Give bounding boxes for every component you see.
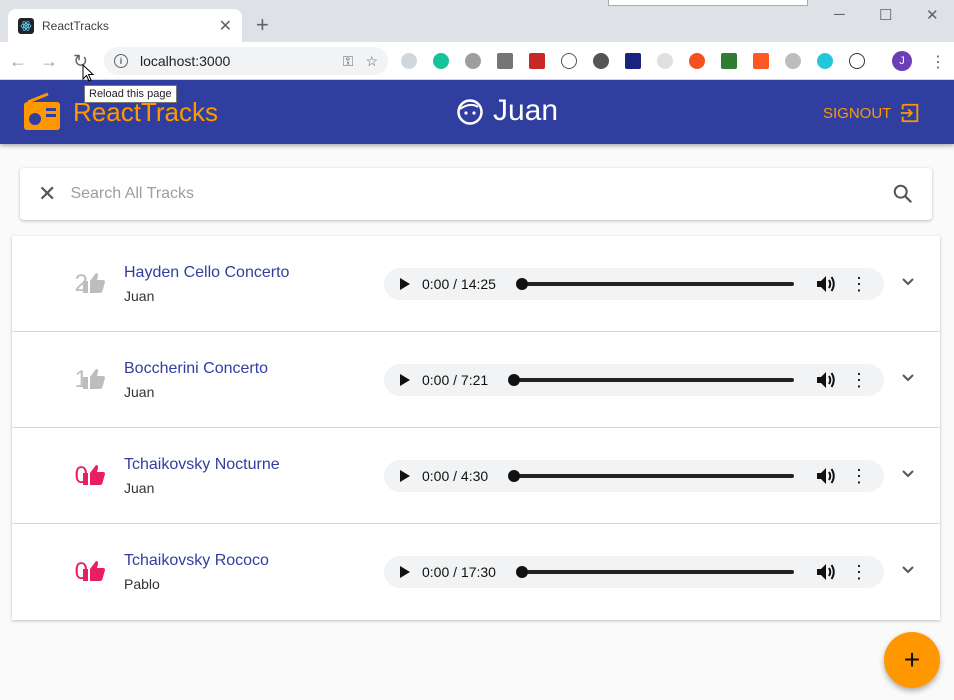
- player-more-icon[interactable]: ⋮: [850, 563, 868, 581]
- track-row[interactable]: 0 Tchaikovsky Rococo Pablo 0:00 / 17:30 …: [12, 524, 940, 620]
- track-author: Pablo: [124, 576, 160, 592]
- extension-9-icon[interactable]: [657, 53, 673, 69]
- minimize-icon[interactable]: ─: [834, 6, 845, 23]
- player-more-icon[interactable]: ⋮: [850, 275, 868, 293]
- signout-label: SIGNOUT: [823, 104, 892, 122]
- like-thumb-icon[interactable]: [82, 464, 106, 486]
- mouse-cursor-icon: [82, 64, 94, 82]
- search-input[interactable]: [70, 185, 892, 203]
- track-title[interactable]: Tchaikovsky Nocturne: [124, 456, 280, 474]
- like-thumb-icon[interactable]: [82, 560, 106, 582]
- track-author: Juan: [124, 480, 155, 496]
- audio-player: 0:00 / 4:30 ⋮: [384, 460, 884, 492]
- track-row[interactable]: 0 Tchaikovsky Nocturne Juan 0:00 / 4:30 …: [12, 428, 940, 524]
- face-icon: [457, 99, 483, 125]
- expand-chevron-icon[interactable]: [900, 562, 916, 578]
- browser-tab-title: ReactTracks: [42, 18, 109, 33]
- browser-menu-icon[interactable]: ⋮: [930, 52, 946, 72]
- forward-icon[interactable]: →: [40, 51, 58, 71]
- extension-11-icon[interactable]: [721, 53, 737, 69]
- add-track-button[interactable]: +: [884, 632, 940, 688]
- extension-13-icon[interactable]: [785, 53, 801, 69]
- play-icon[interactable]: [400, 374, 410, 386]
- search-bar: ✕: [20, 168, 932, 220]
- audio-time: 0:00 / 17:30: [422, 564, 496, 580]
- track-title[interactable]: Boccherini Concerto: [124, 360, 268, 378]
- expand-chevron-icon[interactable]: [900, 466, 916, 482]
- radio-logo-icon: [24, 92, 60, 130]
- site-info-icon[interactable]: i: [114, 54, 128, 68]
- react-favicon-icon: [18, 17, 34, 34]
- play-icon[interactable]: [400, 278, 410, 290]
- current-user-name: Juan: [493, 94, 559, 127]
- browser-tab-strip: ReactTracks ✕ + ─ ☐ ✕: [0, 0, 954, 42]
- seek-thumb[interactable]: [508, 374, 521, 386]
- track-list: 2 Hayden Cello Concerto Juan 0:00 / 14:2…: [12, 236, 940, 620]
- extension-3-icon[interactable]: [465, 53, 481, 69]
- audio-player: 0:00 / 7:21 ⋮: [384, 364, 884, 396]
- grammarly-icon[interactable]: [433, 53, 449, 69]
- track-row[interactable]: 1 Boccherini Concerto Juan 0:00 / 7:21 ⋮: [12, 332, 940, 428]
- extension-10-icon[interactable]: [689, 53, 705, 69]
- track-title[interactable]: Tchaikovsky Rococo: [124, 552, 269, 570]
- player-more-icon[interactable]: ⋮: [850, 467, 868, 485]
- back-icon[interactable]: ←: [9, 51, 27, 71]
- extension-12-icon[interactable]: [753, 53, 769, 69]
- seek-slider[interactable]: [508, 374, 794, 386]
- key-icon[interactable]: ⚿: [343, 53, 354, 70]
- seek-slider[interactable]: [515, 566, 794, 578]
- browser-toolbar: ← → ↻ i localhost:3000 ⚿ ☆ J ⋮: [0, 42, 954, 80]
- tab-close-icon[interactable]: ✕: [219, 16, 232, 36]
- like-thumb-icon[interactable]: [82, 368, 106, 390]
- window-close-icon[interactable]: ✕: [926, 6, 939, 24]
- volume-icon[interactable]: [816, 275, 836, 293]
- track-row[interactable]: 2 Hayden Cello Concerto Juan 0:00 / 14:2…: [12, 236, 940, 332]
- search-icon[interactable]: [892, 183, 914, 205]
- extension-6-icon[interactable]: [561, 53, 577, 69]
- track-title[interactable]: Hayden Cello Concerto: [124, 264, 289, 282]
- audio-player: 0:00 / 14:25 ⋮: [384, 268, 884, 300]
- reload-tooltip: Reload this page: [84, 85, 177, 103]
- seek-slider[interactable]: [515, 278, 794, 290]
- extension-15-icon[interactable]: [849, 53, 865, 69]
- bookmark-star-icon[interactable]: ☆: [365, 53, 378, 70]
- extension-8-icon[interactable]: [625, 53, 641, 69]
- audio-time: 0:00 / 4:30: [422, 468, 489, 484]
- track-author: Juan: [124, 288, 155, 304]
- browser-tab[interactable]: ReactTracks ✕: [8, 9, 242, 42]
- maximize-icon[interactable]: ☐: [879, 6, 892, 24]
- audio-time: 0:00 / 14:25: [422, 276, 496, 292]
- seek-thumb[interactable]: [508, 470, 521, 482]
- expand-chevron-icon[interactable]: [900, 274, 916, 290]
- play-icon[interactable]: [400, 566, 410, 578]
- like-thumb-icon[interactable]: [82, 272, 106, 294]
- url-text[interactable]: localhost:3000: [140, 53, 331, 69]
- audio-player: 0:00 / 17:30 ⋮: [384, 556, 884, 588]
- profile-avatar[interactable]: J: [892, 51, 912, 71]
- clear-search-icon[interactable]: ✕: [38, 181, 56, 207]
- track-author: Juan: [124, 384, 155, 400]
- player-more-icon[interactable]: ⋮: [850, 371, 868, 389]
- volume-icon[interactable]: [816, 371, 836, 389]
- window-decoration: [608, 0, 808, 6]
- extension-1-icon[interactable]: [401, 53, 417, 69]
- extension-14-icon[interactable]: [817, 53, 833, 69]
- address-bar[interactable]: i localhost:3000 ⚿ ☆: [104, 47, 388, 75]
- vue-devtools-icon[interactable]: [497, 53, 513, 69]
- expand-chevron-icon[interactable]: [900, 370, 916, 386]
- dark-mode-icon[interactable]: [593, 53, 609, 69]
- new-tab-button[interactable]: +: [256, 14, 269, 36]
- extension-5-icon[interactable]: [529, 53, 545, 69]
- seek-thumb[interactable]: [515, 278, 528, 290]
- signout-button[interactable]: SIGNOUT: [823, 102, 921, 124]
- audio-time: 0:00 / 7:21: [422, 372, 489, 388]
- volume-icon[interactable]: [816, 563, 836, 581]
- seek-slider[interactable]: [508, 470, 794, 482]
- seek-thumb[interactable]: [515, 566, 528, 578]
- volume-icon[interactable]: [816, 467, 836, 485]
- exit-icon: [901, 103, 919, 123]
- play-icon[interactable]: [400, 470, 410, 482]
